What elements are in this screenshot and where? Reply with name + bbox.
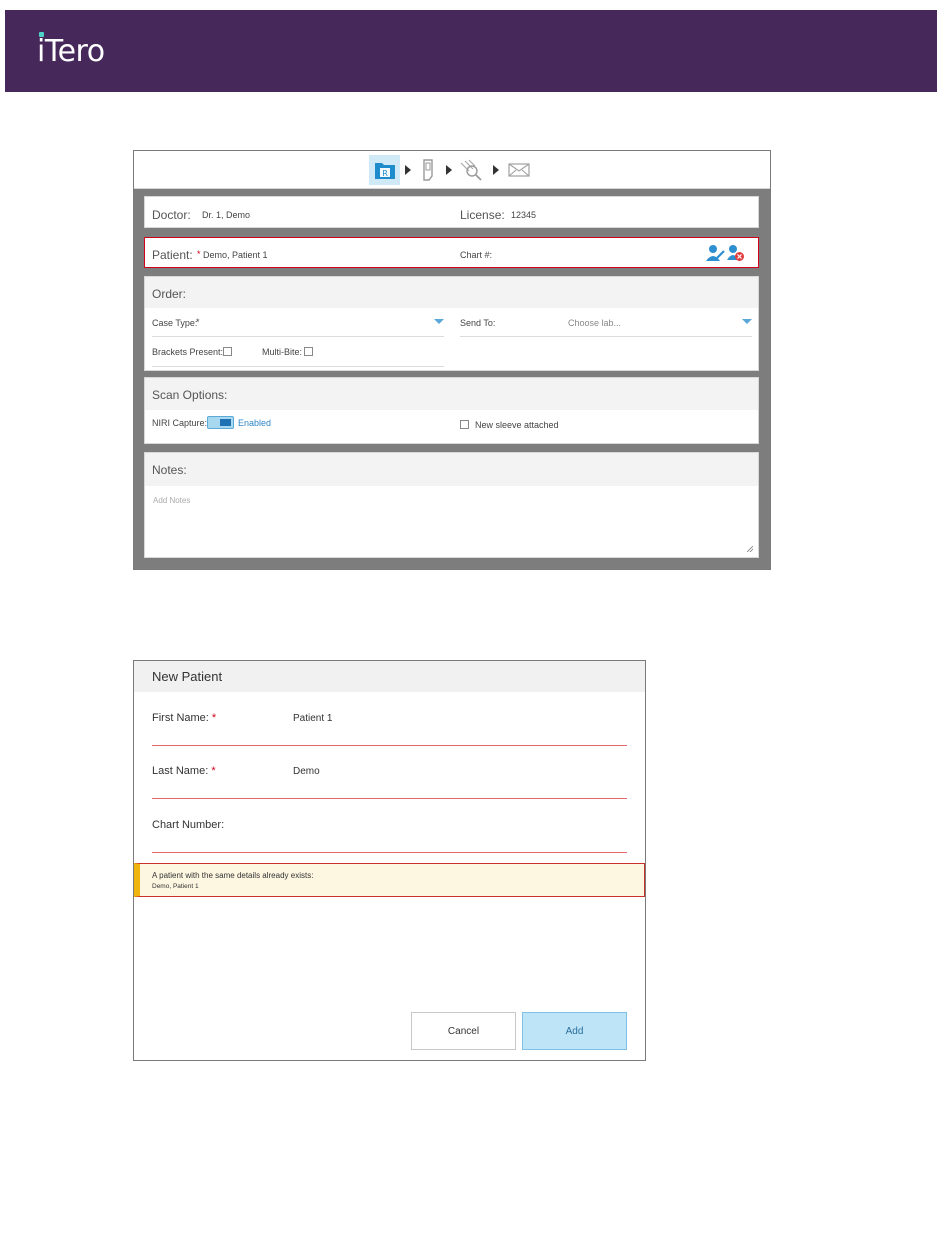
- notes-textarea[interactable]: Add Notes: [153, 496, 190, 505]
- itero-logo: iTero: [37, 32, 105, 69]
- multibite-label: Multi-Bite:: [262, 347, 303, 357]
- niri-label: NIRI Capture:: [152, 418, 208, 428]
- step-arrow-icon: [405, 165, 411, 175]
- rx-form-screenshot: R Doctor: Dr. 1, Demo License: 12345 Pat…: [133, 150, 771, 570]
- first-name-label: First Name: *: [152, 712, 217, 724]
- patient-row[interactable]: Patient: * Demo, Patient 1 Chart #:: [144, 237, 759, 268]
- existing-patient-link[interactable]: Demo, Patient 1: [152, 883, 199, 890]
- brand-header: iTero: [5, 10, 937, 92]
- edit-patient-icon[interactable]: [706, 244, 726, 267]
- last-name-underline: [152, 798, 627, 799]
- workflow-bar: R: [134, 151, 770, 189]
- first-name-field[interactable]: Patient 1: [293, 713, 332, 724]
- notes-title: Notes:: [152, 463, 187, 477]
- step-arrow-icon: [446, 165, 452, 175]
- send-to-dropdown-icon[interactable]: [742, 319, 752, 324]
- warning-message: A patient with the same details already …: [152, 871, 314, 880]
- scan-options-header: Scan Options:: [145, 378, 758, 410]
- send-to-label: Send To:: [460, 318, 496, 328]
- step-arrow-icon: [493, 165, 499, 175]
- last-name-label: Last Name: *: [152, 765, 216, 777]
- case-type-label: Case Type:: [152, 318, 198, 328]
- duplicate-patient-warning: A patient with the same details already …: [134, 863, 645, 897]
- last-name-field[interactable]: Demo: [293, 766, 320, 777]
- case-type-dropdown[interactable]: [152, 336, 444, 337]
- brackets-label: Brackets Present:: [152, 347, 224, 357]
- order-divider: [152, 366, 444, 367]
- doctor-label: Doctor:: [152, 208, 191, 222]
- send-to-dropdown[interactable]: Choose lab...: [568, 318, 621, 328]
- scan-options-panel: Scan Options: NIRI Capture: Enabled New …: [144, 377, 759, 444]
- new-patient-header: New Patient: [134, 661, 645, 692]
- sleeve-label: New sleeve attached: [475, 420, 559, 430]
- required-marker: *: [211, 712, 217, 724]
- new-patient-title: New Patient: [152, 669, 223, 684]
- send-to-underline: [460, 336, 752, 337]
- sleeve-checkbox[interactable]: [460, 420, 469, 429]
- new-patient-screenshot: New Patient First Name: * Patient 1 Last…: [133, 660, 646, 1061]
- license-value: 12345: [511, 210, 537, 220]
- niri-state: Enabled: [238, 418, 272, 428]
- doctor-value[interactable]: Dr. 1, Demo: [202, 210, 250, 220]
- patient-value[interactable]: Demo, Patient 1: [203, 250, 268, 260]
- resize-handle-icon[interactable]: [747, 546, 753, 552]
- niri-toggle[interactable]: [207, 416, 234, 429]
- notes-panel: Notes: Add Notes: [144, 452, 759, 558]
- scan-icon[interactable]: [416, 155, 440, 185]
- chart-number-field[interactable]: [152, 852, 627, 853]
- chart-number-label: Chart Number:: [152, 819, 225, 831]
- order-panel: Order: Case Type: * Send To: Choose lab.…: [144, 276, 759, 371]
- remove-patient-icon[interactable]: [727, 244, 745, 267]
- patient-label: Patient:: [152, 248, 193, 262]
- brackets-checkbox[interactable]: [223, 347, 232, 356]
- svg-text:R: R: [382, 169, 388, 178]
- order-title: Order:: [152, 287, 187, 301]
- multibite-checkbox[interactable]: [304, 347, 313, 356]
- logo-text: iTero: [37, 34, 105, 69]
- logo-dot: [39, 32, 44, 37]
- required-marker: *: [211, 765, 216, 777]
- case-type-dropdown-icon[interactable]: [434, 319, 444, 324]
- required-marker: *: [196, 317, 200, 327]
- chart-label: Chart #:: [460, 250, 493, 260]
- first-name-underline: [152, 745, 627, 746]
- cancel-button[interactable]: Cancel: [411, 1012, 516, 1050]
- doctor-row: Doctor: Dr. 1, Demo License: 12345: [144, 196, 759, 228]
- view-icon[interactable]: [457, 155, 487, 185]
- required-marker: *: [197, 249, 201, 259]
- notes-header: Notes:: [145, 453, 758, 486]
- rx-icon[interactable]: R: [369, 155, 400, 185]
- order-header: Order:: [145, 277, 758, 308]
- license-label: License:: [460, 208, 505, 222]
- scan-options-title: Scan Options:: [152, 388, 228, 402]
- add-button[interactable]: Add: [522, 1012, 627, 1050]
- send-icon[interactable]: [506, 155, 532, 185]
